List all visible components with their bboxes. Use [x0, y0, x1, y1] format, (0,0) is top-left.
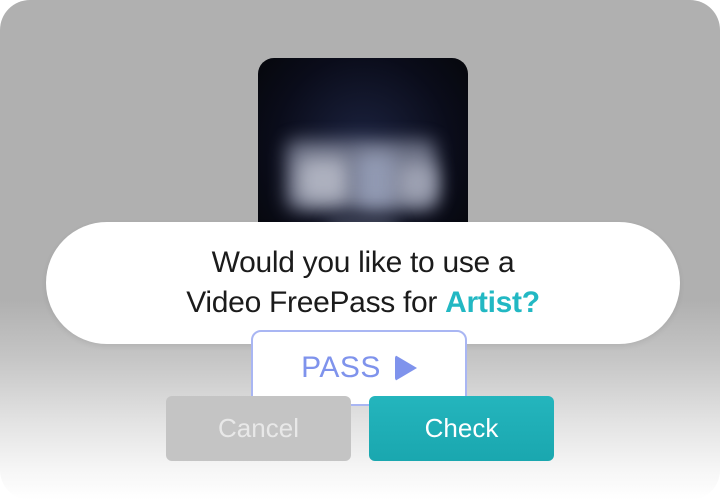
freepass-prompt: Would you like to use a Video FreePass f…	[46, 222, 680, 344]
freepass-dialog-overlay: Would you like to use a Video FreePass f…	[0, 0, 720, 500]
check-button-label: Check	[424, 413, 499, 443]
prompt-artist-accent: Artist?	[445, 286, 540, 319]
play-icon	[394, 355, 417, 381]
thumbnail-blur-shape	[398, 163, 438, 203]
pass-badge: PASS	[251, 330, 467, 406]
prompt-line-1: Would you like to use a	[211, 246, 515, 279]
check-button[interactable]: Check	[369, 396, 554, 461]
prompt-line-2-text: Video FreePass for	[186, 286, 446, 319]
cancel-button-label: Cancel	[218, 413, 299, 443]
thumbnail-blur-shape	[356, 153, 396, 208]
cancel-button[interactable]: Cancel	[166, 396, 351, 461]
pass-label: PASS	[301, 351, 381, 384]
prompt-line-2: Video FreePass for Artist?	[186, 283, 540, 323]
thumbnail-blur-shape	[298, 158, 348, 203]
